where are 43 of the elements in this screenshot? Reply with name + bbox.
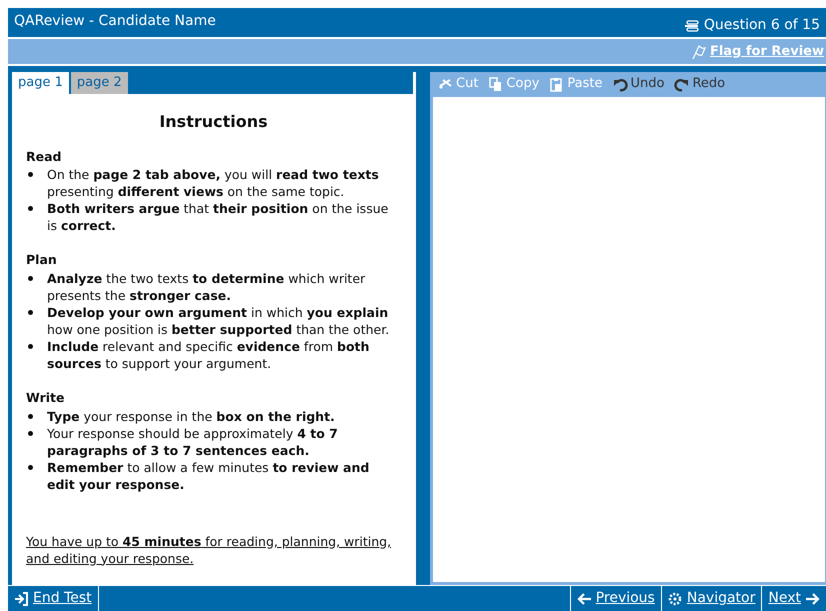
- bullet-icon: [28, 310, 33, 315]
- right-arrow-icon: [805, 592, 820, 606]
- section-heading: Plan: [26, 251, 58, 270]
- bullet-text: Remember to allow a few minutes to review and edit your response.: [47, 458, 370, 493]
- section-heading: Write: [26, 389, 66, 407]
- bullet-text: Analyze the two texts to determine which writer presents the stronger case.: [47, 270, 366, 304]
- instructions-title: Instructions: [158, 110, 269, 132]
- undo-icon: [612, 76, 628, 92]
- time-note: You have up to 45 minutes for reading, planning, writing, and editing your response.: [26, 532, 392, 567]
- copy-icon: [488, 76, 504, 92]
- page-tab[interactable]: page 1: [12, 72, 69, 94]
- left-arrow-icon: [576, 592, 592, 606]
- exit-icon: [14, 592, 29, 606]
- bullet-icon: [28, 464, 33, 470]
- section-heading: Read: [26, 148, 62, 166]
- bullet-text: Type your response in the box on the right.: [47, 408, 335, 425]
- redo-icon: [674, 76, 690, 92]
- next-button[interactable]: Next: [761, 586, 826, 611]
- dotted-circle-icon: [668, 592, 683, 606]
- list-icon: [684, 20, 700, 32]
- bullet-text: Develop your own argument in which you explain how one position is better supported than the other.: [47, 304, 390, 338]
- toolbar-button[interactable]: Redo: [674, 74, 726, 94]
- bullet-text: On the page 2 tab above, you will read two texts presenting different views on the same topic.: [47, 166, 380, 200]
- scissors-icon: [438, 76, 453, 92]
- bullet-text: Your response should be approximately 4 to 7 paragraphs of 3 to 7 sentences each.: [47, 424, 339, 459]
- question-counter: Question 6 of 15: [704, 16, 820, 35]
- bullet-icon: [28, 206, 33, 212]
- bullet-text: Include relevant and specific evidence from both sources to support your argument.: [47, 338, 370, 372]
- end-test-button[interactable]: End Test: [8, 586, 99, 611]
- bullet-icon: [28, 172, 33, 178]
- bullet-icon: [28, 430, 33, 436]
- bullet-icon: [28, 276, 33, 281]
- bullet-text: Both writers argue that their position on the issue is correct.: [47, 200, 390, 234]
- page-tab[interactable]: page 2: [70, 72, 128, 94]
- bullet-icon: [28, 344, 33, 349]
- flag-icon: [690, 44, 707, 60]
- toolbar-button[interactable]: Undo: [612, 74, 664, 94]
- response-field[interactable]: [432, 96, 826, 583]
- bullet-icon: [28, 414, 33, 419]
- window-title: QAReview - Candidate Name: [14, 12, 216, 31]
- navigator-button[interactable]: Navigator: [660, 586, 762, 611]
- previous-button[interactable]: Previous: [570, 586, 661, 611]
- clipboard-icon: [549, 76, 564, 92]
